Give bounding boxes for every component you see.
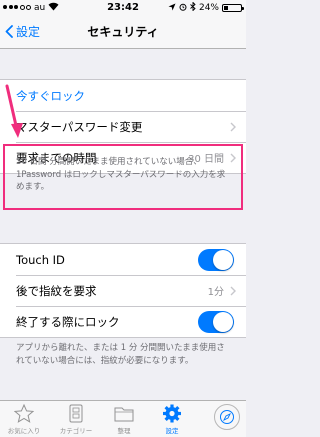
require-finger-later-value: 1分: [207, 287, 224, 298]
location-icon: [168, 3, 176, 14]
touch-id-label: Touch ID: [16, 252, 65, 267]
navigation-bar: 設定 セキュリティ: [0, 17, 246, 49]
tab-label: 整理: [117, 427, 131, 435]
chevron-right-icon: [230, 153, 236, 162]
lock-on-exit-toggle[interactable]: [198, 310, 234, 333]
touch-id-toggle[interactable]: [198, 248, 234, 271]
require-time-description: 30 日間 分間開いたまま使用されていない場合、1Password はロックしマ…: [16, 157, 226, 192]
battery-icon: [222, 4, 244, 12]
tab-label: カテゴリー: [59, 427, 93, 435]
touch-id-row: Touch ID: [0, 244, 246, 275]
lock-on-exit-description: アプリから離れた、または 1 分 分間開いたまま使用されていない場合には、指紋が…: [16, 343, 225, 366]
require-finger-later-row[interactable]: 後で指紋を要求 1分: [0, 275, 246, 306]
star-icon: [14, 404, 34, 423]
status-bar: au 23:42 24%: [0, 0, 246, 17]
tab-organize[interactable]: 整理: [100, 404, 148, 435]
lock-now-label: 今すぐロック: [16, 88, 85, 103]
require-finger-later-label: 後で指紋を要求: [16, 283, 97, 298]
gear-icon: [163, 404, 181, 423]
quick-action-button[interactable]: [214, 404, 240, 430]
master-password-row[interactable]: マスターパスワード変更: [0, 111, 246, 142]
categories-icon: [69, 404, 83, 423]
chevron-right-icon: [230, 122, 236, 131]
tab-favorites[interactable]: お気に入り: [0, 404, 48, 435]
page-title: セキュリティ: [87, 25, 159, 39]
tab-label: 設定: [165, 427, 179, 435]
tab-categories[interactable]: カテゴリー: [52, 404, 100, 435]
tab-label: お気に入り: [7, 427, 41, 435]
chevron-right-icon: [230, 286, 236, 295]
annotation-arrow-icon: [5, 84, 23, 138]
lock-now-row[interactable]: 今すぐロック: [0, 80, 246, 111]
alarm-icon: [179, 3, 187, 14]
touch-id-group: Touch ID 後で指紋を要求 1分 終了する際にロック: [0, 243, 246, 338]
lock-on-exit-row: 終了する際にロック: [0, 306, 246, 337]
bluetooth-icon: [190, 1, 196, 14]
tab-settings[interactable]: 設定: [148, 404, 196, 435]
tab-bar: お気に入り カテゴリー 整理 設定: [0, 400, 246, 437]
compass-icon: [220, 410, 234, 424]
master-password-label: マスターパスワード変更: [16, 119, 143, 134]
lock-on-exit-label: 終了する際にロック: [16, 314, 120, 329]
battery-percent: 24%: [198, 3, 219, 13]
folder-icon: [114, 407, 134, 422]
